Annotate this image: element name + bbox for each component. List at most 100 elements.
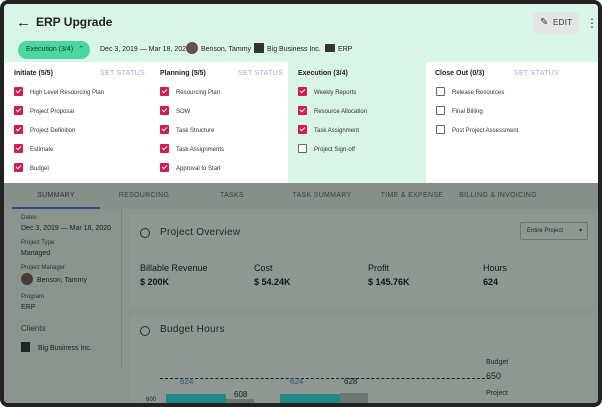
checkbox-unchecked[interactable]	[436, 124, 445, 134]
phase-status-pill[interactable]: Execution (3/4) ⌃	[18, 41, 90, 59]
tab-summary[interactable]: SUMMARY	[12, 183, 100, 209]
task-label: High Level Resourcing Plan	[30, 90, 105, 96]
task-label: Task Assignments	[176, 147, 225, 153]
task-label: Final Billing	[452, 109, 483, 115]
checkbox-checked[interactable]	[298, 86, 307, 96]
back-arrow-icon[interactable]: ←	[16, 14, 34, 32]
program-label: Program	[21, 294, 45, 300]
checkbox-checked[interactable]	[160, 86, 169, 96]
phase-initiate: Initiate (5/5) SET STATUS High Level Res…	[4, 62, 150, 183]
phase-title: Close Out (0/3)	[435, 70, 485, 77]
tab-billing-invoicing[interactable]: BILLING & INVOICING	[456, 183, 540, 209]
checkbox-checked[interactable]	[160, 124, 169, 134]
task-item[interactable]: Post Project Assessment	[436, 124, 518, 137]
building-icon	[254, 43, 264, 54]
dates-label: Dates	[21, 215, 37, 221]
checkbox-checked[interactable]	[298, 105, 307, 115]
more-vertical-icon[interactable]: ⋮	[586, 12, 598, 34]
task-label: Weekly Reports	[314, 90, 357, 96]
phase-checklists: Initiate (5/5) SET STATUS High Level Res…	[4, 62, 598, 183]
task-item[interactable]: Project Definition	[14, 124, 75, 137]
project-details-panel: Dates Dec 3, 2019 — Mar 18, 2020 Project…	[12, 209, 122, 367]
set-status-button[interactable]: SET STATUS	[238, 70, 283, 77]
task-item[interactable]: High Level Resourcing Plan	[14, 86, 105, 99]
pencil-icon: ✎	[540, 17, 549, 28]
task-item[interactable]: Approval to Start	[160, 162, 221, 175]
checkbox-checked[interactable]	[160, 162, 169, 172]
checkbox-checked[interactable]	[160, 143, 169, 153]
metric-value: 624	[483, 277, 499, 287]
task-item[interactable]: Budget	[14, 162, 50, 175]
task-item[interactable]: Final Billing	[436, 105, 483, 118]
task-item[interactable]: Task Assignment	[298, 124, 359, 137]
checkbox-unchecked[interactable]	[298, 143, 307, 153]
budget-hours-card: Budget Hours 624 608 624 628 600 Budget …	[130, 315, 594, 403]
task-item[interactable]: Task Assignments	[160, 143, 225, 156]
caret-down-icon: ▾	[578, 228, 582, 234]
task-item[interactable]: Release Resources	[436, 86, 505, 99]
app-frame: ← ERP Upgrade ✎ EDIT ⋮ Execution (3/4) ⌃…	[0, 0, 602, 407]
phase-title: Planning (5/5)	[160, 70, 206, 77]
checkbox-checked[interactable]	[160, 105, 169, 115]
tab-task-summary[interactable]: TASK SUMMARY	[280, 183, 364, 209]
bar-value-label: 628	[344, 377, 358, 386]
phase-title: Initiate (5/5)	[14, 70, 53, 77]
set-status-button[interactable]: SET STATUS	[514, 70, 559, 77]
avatar	[186, 42, 198, 55]
dates-value: Dec 3, 2019 — Mar 18, 2020	[21, 225, 111, 232]
task-item[interactable]: Task Structure	[160, 124, 214, 137]
chart-bar	[226, 399, 254, 403]
card-title: Project Overview	[160, 227, 241, 238]
tab-tasks[interactable]: TASKS	[194, 183, 270, 209]
task-label: SOW	[176, 109, 191, 115]
phase-title: Execution (3/4)	[298, 70, 348, 77]
metric-label: Profit	[368, 263, 390, 273]
task-label: Release Resources	[452, 90, 505, 96]
bar-value-label: 608	[234, 390, 248, 399]
project-type-label: Project Type	[21, 240, 55, 246]
budget-line	[160, 378, 490, 379]
chevron-up-icon: ⌃	[78, 46, 84, 53]
chart-bar	[280, 394, 340, 403]
task-label: Project Sign-off	[314, 147, 355, 153]
chart-bar	[340, 393, 368, 403]
clock-icon	[140, 326, 150, 336]
set-status-button[interactable]: SET STATUS	[100, 70, 145, 77]
manager-name: Benson, Tammy	[201, 46, 252, 53]
task-item[interactable]: Project Proposal	[14, 105, 75, 118]
edit-button[interactable]: ✎ EDIT	[533, 12, 579, 34]
checkbox-checked[interactable]	[14, 162, 23, 172]
chart-bar	[166, 394, 226, 403]
clients-label: Clients	[21, 324, 46, 333]
checkbox-checked[interactable]	[14, 143, 23, 153]
tab-resourcing[interactable]: RESOURCING	[104, 183, 184, 209]
metric-label: Cost	[254, 263, 273, 273]
task-item[interactable]: SOW	[160, 105, 191, 118]
tab-time-expense[interactable]: TIME & EXPENSE	[372, 183, 452, 209]
checkbox-unchecked[interactable]	[436, 105, 445, 115]
task-item[interactable]: Weekly Reports	[298, 86, 357, 99]
checkbox-checked[interactable]	[298, 124, 307, 134]
checkbox-unchecked[interactable]	[436, 86, 445, 96]
task-label: Resource Allocation	[314, 109, 368, 115]
task-item[interactable]: Resourcing Plan	[160, 86, 220, 99]
client-name: Big Business Inc.	[38, 344, 92, 352]
phase-planning: Planning (5/5) SET STATUS Resourcing Pla…	[150, 62, 288, 183]
period-select[interactable]: Entire Project ▾	[520, 222, 588, 240]
task-label: Estimate	[30, 147, 54, 153]
task-item[interactable]: Estimate	[14, 143, 54, 156]
project-header: ← ERP Upgrade ✎ EDIT ⋮ Execution (3/4) ⌃…	[4, 4, 598, 62]
checkbox-checked[interactable]	[14, 86, 23, 96]
checkbox-checked[interactable]	[14, 124, 23, 134]
project-program: ERP	[325, 41, 352, 59]
card-title: Budget Hours	[160, 324, 225, 335]
checkbox-checked[interactable]	[14, 105, 23, 115]
task-label: Budget	[30, 166, 50, 172]
task-label: Project Proposal	[30, 109, 75, 115]
task-item[interactable]: Resource Allocation	[298, 105, 368, 118]
metric-value: $ 200K	[140, 277, 170, 287]
task-label: Approval to Start	[176, 166, 221, 172]
project-client: Big Business Inc.	[254, 41, 321, 59]
program-value: ERP	[21, 304, 36, 311]
task-item[interactable]: Project Sign-off	[298, 143, 355, 156]
